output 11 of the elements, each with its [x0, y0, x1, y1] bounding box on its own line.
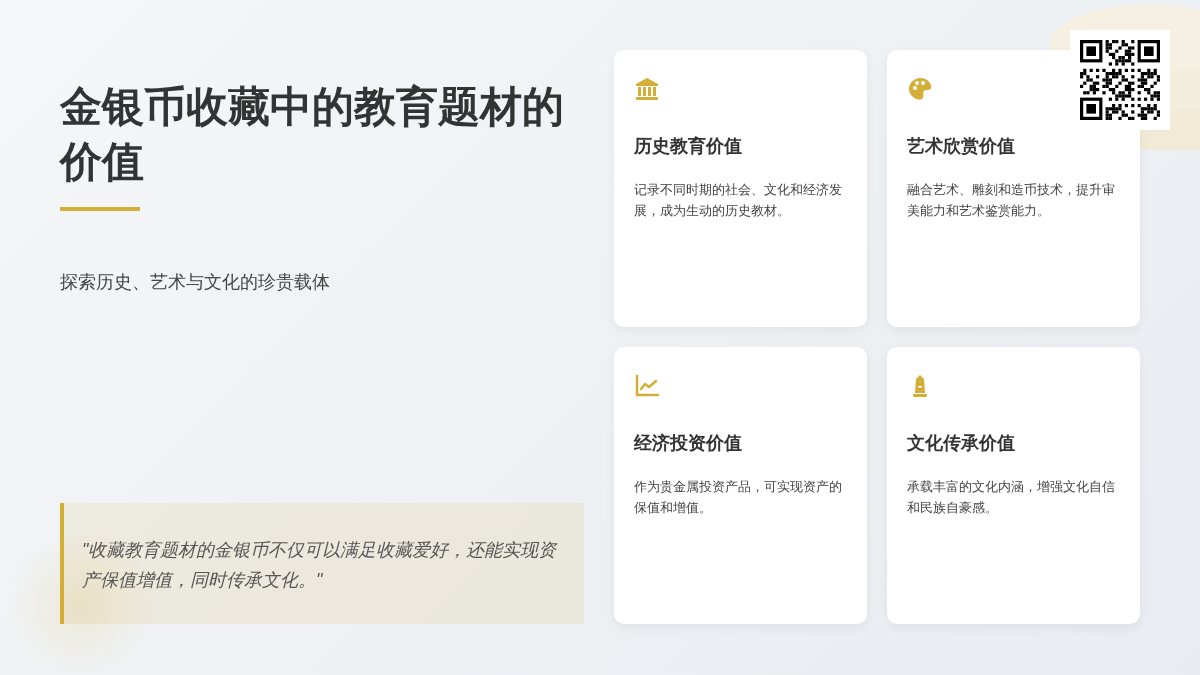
card-text: 作为贵金属投资产品，可实现资产的保值和增值。	[634, 478, 843, 518]
card-title: 经济投资价值	[634, 431, 743, 455]
card-title: 文化传承价值	[907, 431, 1016, 455]
slide-title: 金银币收藏中的教育题材的价值	[60, 81, 565, 188]
subtitle: 探索历史、艺术与文化的珍贵载体	[60, 271, 331, 295]
card-title: 艺术欣赏价值	[907, 134, 1016, 158]
card-text: 记录不同时期的社会、文化和经济发展，成为生动的历史教材。	[634, 181, 843, 221]
card-title: 历史教育价值	[634, 134, 743, 158]
card-text: 融合艺术、雕刻和造币技术，提升审美能力和艺术鉴赏能力。	[907, 181, 1116, 221]
card-text: 承载丰富的文化内涵，增强文化自信和民族自豪感。	[907, 478, 1116, 518]
quote-block: "收藏教育题材的金银币不仅可以满足收藏爱好，还能实现资产保值增值，同时传承文化。"	[60, 502, 584, 624]
